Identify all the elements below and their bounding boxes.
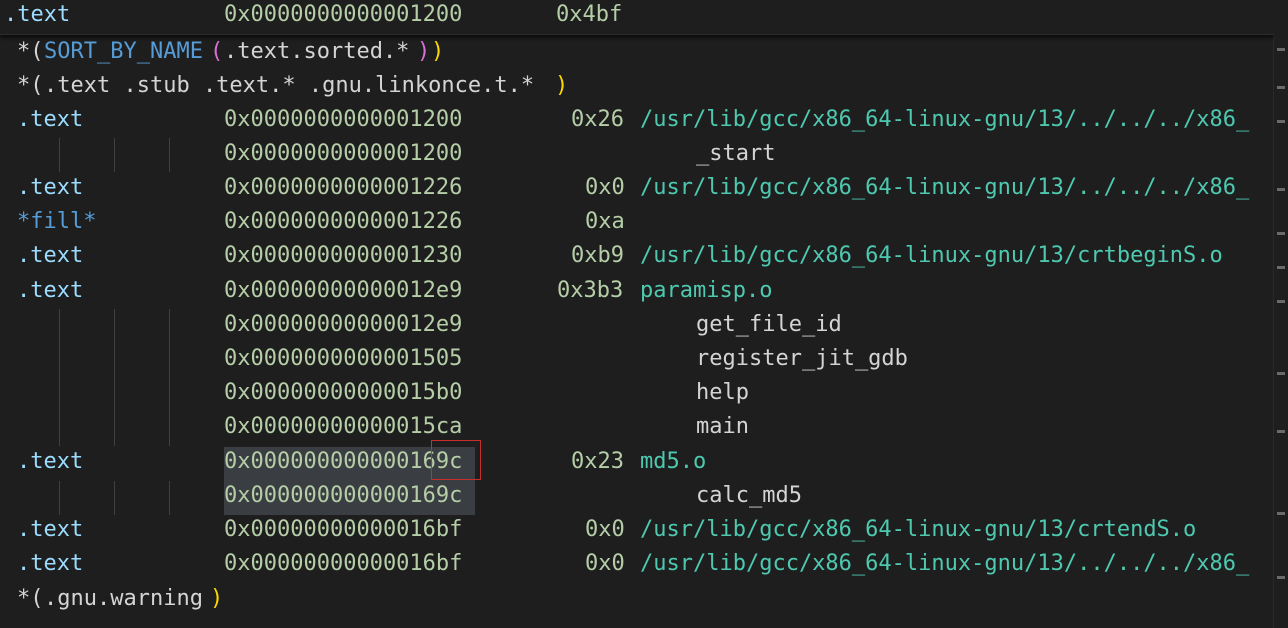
scrollbar-marker xyxy=(1277,232,1285,235)
symbol: help xyxy=(696,380,749,405)
symbol: calc_md5 xyxy=(696,483,802,508)
pattern-arg: .text.sorted.* xyxy=(224,39,410,64)
symbol: main xyxy=(696,414,749,439)
address: 0x000000000000169c xyxy=(224,449,463,474)
code-editor[interactable]: .text 0x0000000000001200 0x4bf *( SORT_B… xyxy=(0,0,1274,628)
code-line[interactable]: .text 0x00000000000012e9 0x3b3 paramisp.… xyxy=(0,276,1274,310)
sort-keyword: SORT_BY_NAME xyxy=(44,39,203,64)
object-file: /usr/lib/gcc/x86_64-linux-gnu/13/../../.… xyxy=(640,107,1250,132)
code-line[interactable]: .text 0x0000000000001226 0x0 /usr/lib/gc… xyxy=(0,173,1274,207)
object-file: /usr/lib/gcc/x86_64-linux-gnu/13/crtendS… xyxy=(640,517,1197,542)
address: 0x000000000000169c xyxy=(224,483,463,508)
code-line[interactable]: *fill* 0x0000000000001226 0xa xyxy=(0,207,1274,241)
section-name: .text xyxy=(17,278,84,303)
cursor-highlight-box xyxy=(431,440,481,480)
code-line[interactable]: *( SORT_BY_NAME ( .text.sorted.* ) ) xyxy=(0,37,1274,71)
indent-guide xyxy=(59,481,60,515)
scrollbar-marker xyxy=(1277,300,1285,303)
symbol: get_file_id xyxy=(696,312,842,337)
scrollbar-marker xyxy=(1277,48,1285,51)
address: 0x00000000000015ca xyxy=(224,414,463,439)
scrollbar-marker xyxy=(1277,120,1285,123)
vertical-scrollbar[interactable] xyxy=(1273,0,1288,628)
section-name: .text xyxy=(17,107,84,132)
sticky-section: .text xyxy=(4,2,71,27)
symbol: _start xyxy=(696,141,776,166)
scrollbar-marker xyxy=(1277,372,1285,375)
object-file: /usr/lib/gcc/x86_64-linux-gnu/13/crtbegi… xyxy=(640,243,1223,268)
code-line[interactable]: .text 0x00000000000016bf 0x0 /usr/lib/gc… xyxy=(0,515,1274,549)
size: 0x23 xyxy=(571,449,624,474)
indent-guide xyxy=(169,481,170,515)
close-paren: ) xyxy=(555,73,569,98)
sticky-scroll-line[interactable]: .text 0x0000000000001200 0x4bf xyxy=(0,0,1274,35)
size: 0x0 xyxy=(585,175,625,200)
size: 0xa xyxy=(585,209,625,234)
pattern-arg: .gnu.warning xyxy=(44,586,203,611)
code-line[interactable]: *( .gnu.warning ) xyxy=(0,584,1274,618)
address: 0x0000000000001200 xyxy=(224,141,463,166)
indent-guide xyxy=(114,138,115,172)
scrollbar-marker xyxy=(1277,266,1285,269)
sticky-size: 0x4bf xyxy=(556,2,623,27)
code-line[interactable]: 0x0000000000001200 _start xyxy=(0,139,1274,173)
size: 0xb9 xyxy=(571,243,624,268)
address: 0x00000000000016bf xyxy=(224,551,463,576)
close-paren: ) xyxy=(431,39,445,64)
code-line[interactable]: 0x0000000000001505 register_jit_gdb xyxy=(0,344,1274,378)
section-name: .text xyxy=(17,551,84,576)
size: 0x0 xyxy=(585,551,625,576)
object-file: /usr/lib/gcc/x86_64-linux-gnu/13/../../.… xyxy=(640,175,1250,200)
code-line[interactable]: .text 0x0000000000001200 0x26 /usr/lib/g… xyxy=(0,105,1274,139)
object-file: paramisp.o xyxy=(640,278,773,303)
close-paren: ) xyxy=(417,39,431,64)
size: 0x26 xyxy=(571,107,624,132)
address: 0x00000000000015b0 xyxy=(224,380,463,405)
section-name: .text xyxy=(17,517,84,542)
code-line[interactable]: 0x00000000000012e9 get_file_id xyxy=(0,310,1274,344)
symbol: register_jit_gdb xyxy=(696,346,908,371)
address: 0x0000000000001226 xyxy=(224,209,463,234)
scrollbar-marker xyxy=(1277,86,1285,89)
scrollbar-marker xyxy=(1277,512,1285,515)
address: 0x00000000000016bf xyxy=(224,517,463,542)
object-file: /usr/lib/gcc/x86_64-linux-gnu/13/../../.… xyxy=(640,551,1250,576)
indent-guide xyxy=(114,309,115,446)
open-paren: ( xyxy=(210,39,224,64)
section-name: .text xyxy=(17,175,84,200)
indent-guide xyxy=(59,309,60,446)
size: 0x3b3 xyxy=(557,278,624,303)
sticky-address: 0x0000000000001200 xyxy=(224,2,463,27)
indent-guide xyxy=(169,138,170,172)
address: 0x00000000000012e9 xyxy=(224,312,463,337)
address: 0x0000000000001226 xyxy=(224,175,463,200)
code-line[interactable]: *( .text .stub .text.* .gnu.linkonce.t.*… xyxy=(0,71,1274,105)
address: 0x00000000000012e9 xyxy=(224,278,463,303)
scrollbar-marker xyxy=(1277,576,1285,579)
code-line[interactable]: 0x000000000000169c calc_md5 xyxy=(0,481,1274,515)
object-file: md5.o xyxy=(640,449,707,474)
code-line[interactable]: .text 0x000000000000169c 0x23 md5.o xyxy=(0,447,1274,481)
indent-guide xyxy=(169,309,170,446)
section-name: .text xyxy=(17,243,84,268)
address: 0x0000000000001230 xyxy=(224,243,463,268)
address: 0x0000000000001505 xyxy=(224,346,463,371)
code-line[interactable]: .text 0x00000000000016bf 0x0 /usr/lib/gc… xyxy=(0,549,1274,583)
address: 0x0000000000001200 xyxy=(224,107,463,132)
size: 0x0 xyxy=(585,517,625,542)
code-line[interactable]: .text 0x0000000000001230 0xb9 /usr/lib/g… xyxy=(0,241,1274,275)
pattern-arg: .text .stub .text.* .gnu.linkonce.t.* xyxy=(44,73,535,98)
scrollbar-marker xyxy=(1277,430,1285,433)
close-paren: ) xyxy=(210,586,224,611)
code-line[interactable]: 0x00000000000015ca main xyxy=(0,412,1274,446)
code-line[interactable]: 0x00000000000015b0 help xyxy=(0,378,1274,412)
indent-guide xyxy=(114,481,115,515)
scrollbar-marker xyxy=(1277,188,1285,191)
fill-section: *fill* xyxy=(17,209,97,234)
pattern-prefix: *( xyxy=(17,586,44,611)
section-name: .text xyxy=(17,449,84,474)
indent-guide xyxy=(59,138,60,172)
